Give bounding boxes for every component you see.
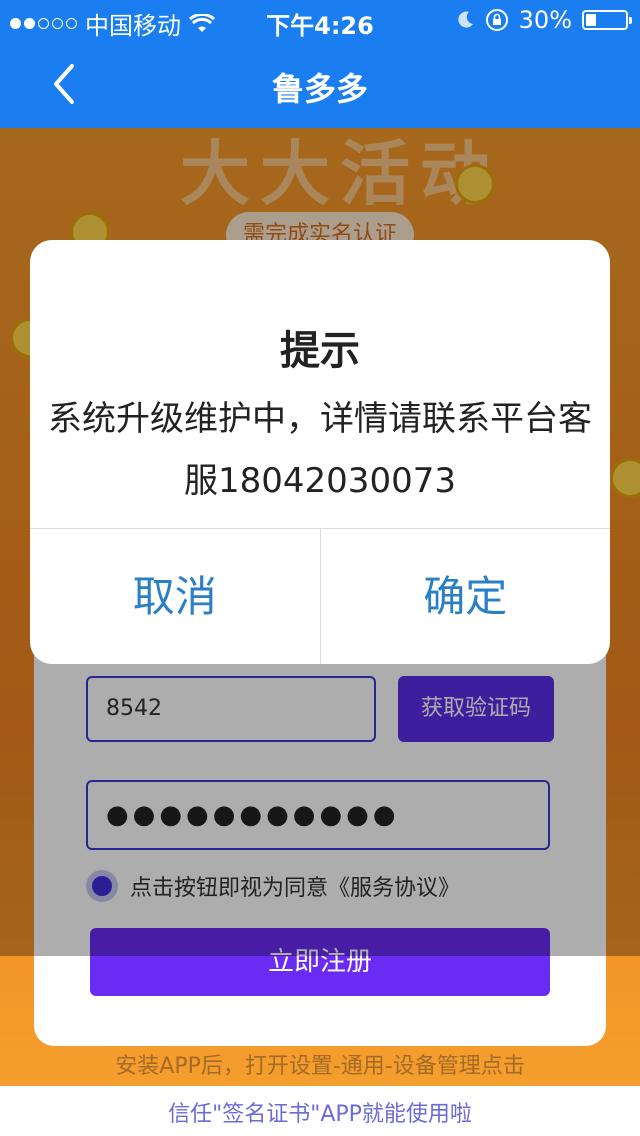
page-title: 鲁多多 bbox=[271, 70, 368, 108]
moon-icon bbox=[458, 11, 473, 28]
trust-hint: 信任"签名证书"APP就能使用啦 bbox=[168, 1102, 472, 1127]
top-bar: 中国移动 下午4:26 30% 鲁多多 bbox=[0, 0, 640, 128]
confirm-button[interactable]: 确定 bbox=[321, 529, 611, 664]
alert-dialog: 提示 系统升级维护中，详情请联系平台客服18042030073 取消 确定 bbox=[30, 240, 610, 664]
dialog-message: 系统升级维护中，详情请联系平台客服18042030073 bbox=[48, 399, 592, 501]
status-bar: 中国移动 下午4:26 30% bbox=[0, 0, 640, 40]
orientation-lock-icon bbox=[485, 9, 508, 31]
battery-icon bbox=[582, 10, 632, 30]
battery-percent: 30% bbox=[518, 6, 572, 34]
dialog-title: 提示 bbox=[280, 328, 360, 374]
install-hint: 安装APP后，打开设置-通用-设备管理点击 bbox=[115, 1054, 525, 1079]
cancel-button[interactable]: 取消 bbox=[30, 529, 321, 664]
dialog-actions: 取消 确定 bbox=[30, 528, 610, 664]
nav-bar: 鲁多多 bbox=[0, 40, 640, 128]
